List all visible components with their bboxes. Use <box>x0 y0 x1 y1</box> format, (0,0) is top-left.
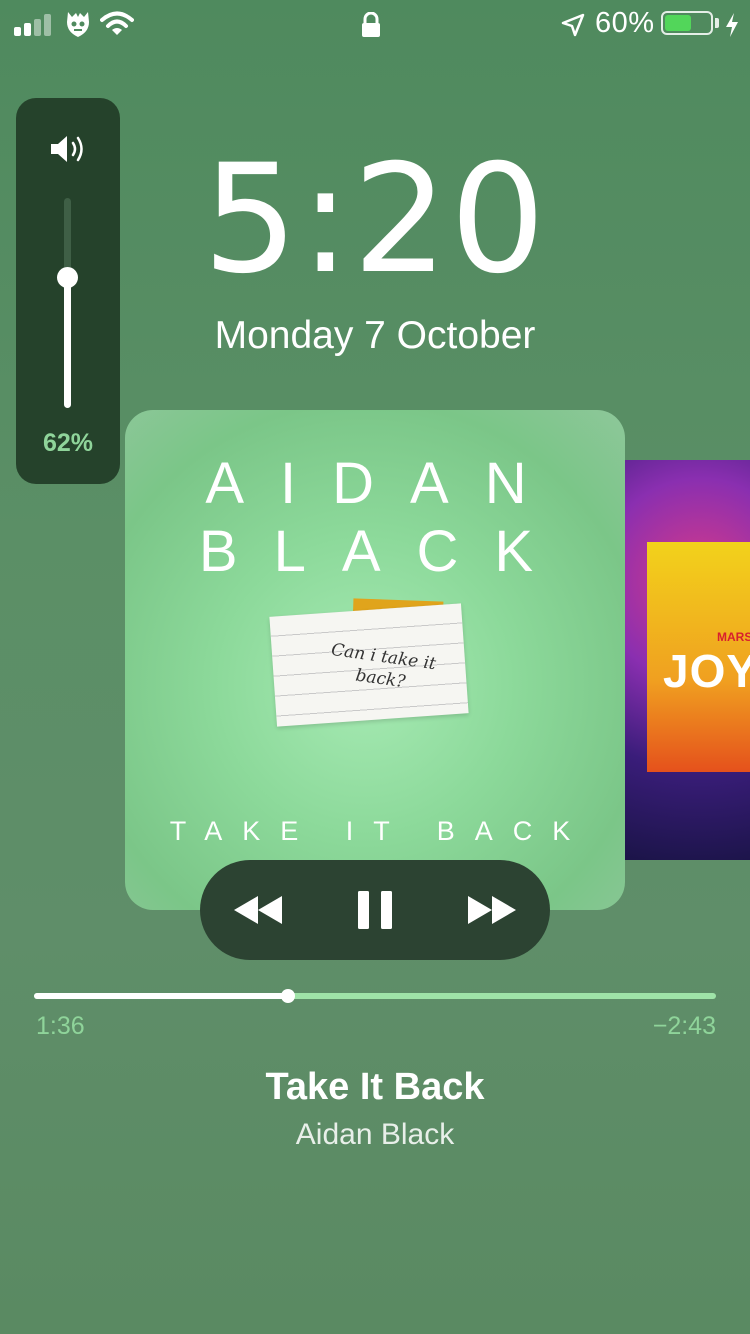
rewind-icon[interactable] <box>232 888 284 932</box>
artwork-artist-line1: AIDAN <box>205 451 563 516</box>
progress-scrubber[interactable] <box>280 989 295 1003</box>
status-bar: 60% <box>0 0 750 50</box>
pause-icon[interactable] <box>355 888 395 932</box>
album-artwork[interactable]: AIDAN BLACK Can i take it back? TAKE IT … <box>125 410 625 910</box>
elapsed-time: 1:36 <box>36 1012 85 1040</box>
bolt-icon <box>726 13 738 37</box>
lock-screen-time: 5:20 <box>202 133 548 307</box>
battery-level-fill <box>665 15 692 31</box>
lock-icon <box>362 12 380 37</box>
song-title[interactable]: Take It Back <box>0 1066 750 1109</box>
playback-progress-bar[interactable] <box>34 989 716 1003</box>
carrier-logo-icon <box>67 12 89 37</box>
next-track-artwork[interactable]: MARSH JOY <box>625 460 750 860</box>
battery-tip <box>715 18 719 28</box>
signal-strength-icon <box>14 14 54 36</box>
next-artwork-small-text: MARSH <box>717 630 750 644</box>
fast-forward-icon[interactable] <box>466 888 518 932</box>
artist-name[interactable]: Aidan Black <box>0 1118 750 1152</box>
remaining-time: −2:43 <box>652 1012 716 1040</box>
playback-controls <box>200 860 550 960</box>
artwork-artist-line2: BLACK <box>198 519 570 584</box>
artwork-title-text: TAKE IT BACK <box>169 816 591 846</box>
battery-icon <box>661 11 713 35</box>
wifi-icon <box>100 11 134 35</box>
progress-fill <box>34 993 288 999</box>
lock-screen-date: Monday 7 October <box>214 314 536 357</box>
volume-percentage: 62% <box>42 429 94 457</box>
battery-percentage: 60% <box>595 7 655 39</box>
next-artwork-text: JOY <box>663 645 750 697</box>
location-arrow-icon <box>561 13 585 37</box>
